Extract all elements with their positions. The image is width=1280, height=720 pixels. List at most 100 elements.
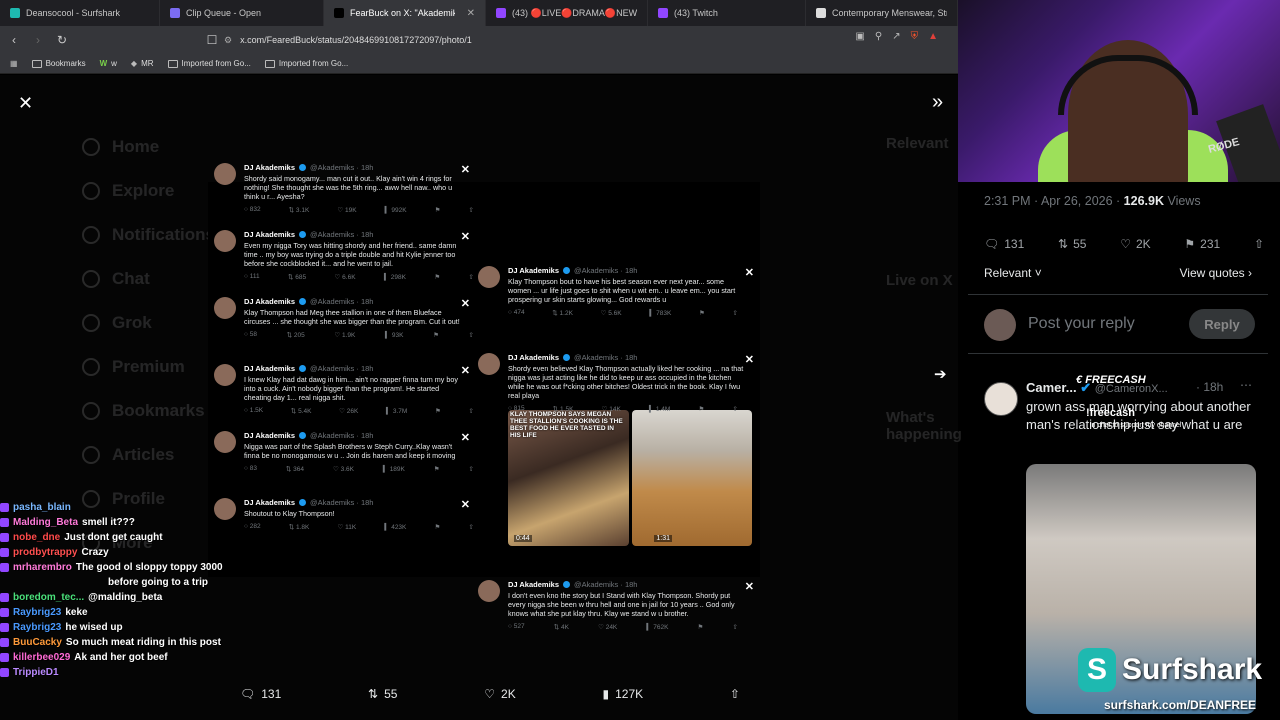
views-button[interactable]: ▮ 127K	[602, 687, 643, 701]
mr-icon: ◆	[130, 59, 138, 68]
chat-username[interactable]: Malding_Beta	[13, 517, 78, 528]
chat-username[interactable]: pasha_blain	[13, 502, 71, 513]
share-icon[interactable]: ↗	[892, 31, 900, 42]
chat-username[interactable]: nobe_dne	[13, 532, 60, 543]
brave-shield-icon[interactable]: ⛨	[911, 31, 919, 42]
bookmark-imported-1[interactable]: Imported from Go...	[167, 59, 251, 68]
close-viewer-icon[interactable]: ✕	[18, 93, 33, 114]
x-logo-icon: ✕	[744, 581, 754, 593]
tweet-stats: ○ 111 ⇅ 685 ♡ 6.6K ▍ 298K ⚑ ⇧	[244, 273, 474, 281]
browser-tab[interactable]: FearBuck on X: "Akademiks rea ✕	[324, 0, 486, 26]
share-post-button[interactable]: ⇧	[1254, 237, 1264, 251]
sort-dropdown[interactable]: Relevant ˅	[984, 266, 1042, 280]
bookmark-count-button[interactable]: ⚑ 231	[1184, 237, 1220, 251]
chat-username[interactable]: mrharembro	[13, 562, 72, 573]
site-info-icon[interactable]: ⚙	[224, 35, 232, 46]
avatar	[214, 297, 236, 319]
reply-button[interactable]: 🗨 131	[240, 687, 281, 701]
folder-icon	[167, 59, 178, 68]
share-button[interactable]: ⇧	[730, 687, 740, 701]
browser-tab[interactable]: (43) Twitch	[648, 0, 806, 26]
video-thumbnail-2[interactable]: 1:31	[631, 410, 752, 546]
browser-tab[interactable]: Clip Queue - Open	[160, 0, 324, 26]
chat-username[interactable]: Raybrig23	[13, 607, 61, 618]
apps-grid-icon[interactable]: ▦	[10, 59, 18, 68]
headphones-icon	[1058, 55, 1198, 115]
view-count: ▍ 3.7M	[386, 408, 408, 415]
like-count: ♡ 11K	[337, 524, 357, 531]
chat-username[interactable]: BuuCacky	[13, 637, 62, 648]
bookmark-bookmarks[interactable]: Bookmarks	[31, 59, 86, 68]
browser-tab[interactable]: Contemporary Menswear, Streetw	[806, 0, 958, 26]
nav-icon	[82, 270, 100, 288]
video-duration-2: 1:31	[654, 535, 672, 542]
reply-submit-button[interactable]: Reply	[1189, 309, 1255, 339]
tweet-author: DJ Akademiks	[508, 580, 559, 589]
bookmark-star-icon[interactable]: ☐	[202, 33, 222, 47]
bookmark-imported-2[interactable]: Imported from Go...	[264, 59, 348, 68]
tab-favicon-icon	[170, 8, 180, 18]
tweet-author: DJ Akademiks	[244, 364, 295, 373]
zoom-icon[interactable]: ⚲	[875, 31, 882, 42]
share-icon: ⇧	[729, 687, 740, 701]
tweet-handle: @Akademiks · 18h	[310, 297, 374, 306]
freecash-command: !freecash	[1086, 407, 1135, 419]
next-image-icon[interactable]: ➔	[934, 365, 947, 383]
repost-count-button[interactable]: ⇅ 55	[1058, 237, 1086, 251]
reply-count-button[interactable]: 🗨 131	[984, 237, 1024, 251]
cast-icon[interactable]: ▣	[855, 31, 864, 42]
bg-nav-label: Home	[112, 137, 160, 156]
chat-username[interactable]: boredom_tec...	[13, 592, 84, 603]
bg-relevant-heading: Relevant	[886, 135, 949, 152]
x-logo-icon: ✕	[744, 267, 754, 279]
reply-input[interactable]: Post your reply	[1028, 315, 1135, 333]
chat-username[interactable]: Raybrig23	[13, 622, 61, 633]
collage-tweet: DJ Akademiks @Akademiks · 18h ✕ Shordy said…	[214, 163, 474, 214]
bookmark-w[interactable]: Ww	[100, 59, 117, 68]
chat-username[interactable]: prodbytrappy	[13, 547, 77, 558]
tweet-body: Klay Thompson had Meg thee stallion in o…	[244, 308, 460, 326]
browser-tab[interactable]: Deansocool - Surfshark	[0, 0, 160, 26]
repost-count: ⇅ 5.4K	[290, 408, 312, 415]
like-count-button[interactable]: ♡ 2K	[1120, 237, 1150, 251]
forward-icon[interactable]: ›	[28, 33, 48, 47]
view-quotes-link[interactable]: View quotes ›	[1180, 266, 1253, 280]
repost-count: ⇅ 3.1K	[288, 207, 310, 214]
bookmark-icon: ⚑	[698, 406, 705, 413]
more-icon[interactable]: ⋯	[1240, 378, 1252, 392]
like-button[interactable]: ♡ 2K	[484, 687, 515, 701]
nav-icon	[82, 182, 100, 200]
folder-icon	[31, 59, 42, 68]
tweet-author: DJ Akademiks	[244, 163, 295, 172]
tab-favicon-icon	[496, 8, 506, 18]
verified-icon	[299, 164, 306, 171]
chat-text: smell it???	[82, 517, 135, 528]
post-actions: 🗨 131 ⇅ 55 ♡ 2K ⚑ 231 ⇧	[984, 237, 1264, 251]
browser-tab[interactable]: (43) 🔴LIVE🔴DRAMA🔴NEWS I	[486, 0, 648, 26]
nav-icon	[82, 358, 100, 376]
tweet-body: Even my nigga Tory was hitting shordy an…	[244, 241, 457, 268]
rewards-icon[interactable]: ▲	[928, 31, 938, 42]
bg-happening-heading: What's happening	[886, 409, 962, 443]
avatar	[984, 382, 1018, 416]
share-icon: ⇧	[468, 408, 474, 415]
share-icon: ⇧	[468, 207, 474, 214]
heart-icon: ♡	[484, 687, 496, 701]
repost-button[interactable]: ⇅ 55	[368, 687, 397, 701]
back-icon[interactable]: ‹	[4, 33, 24, 47]
chat-username[interactable]: killerbee029	[13, 652, 70, 663]
expand-panel-icon[interactable]: »	[932, 91, 943, 114]
tweet-stats: ○ 527 ⇅ 4K ♡ 24K ▍ 762K ⚑ ⇧	[508, 623, 738, 631]
avatar	[478, 580, 500, 602]
chat-username[interactable]: TrippieD1	[13, 667, 59, 678]
bookmark-mr[interactable]: ◆ MR	[131, 59, 154, 68]
post-timestamp: 2:31 PM · Apr 26, 2026 · 126.9K Views	[984, 194, 1201, 208]
bg-nav-label: Grok	[112, 313, 152, 332]
url-field[interactable]: ⚙ x.com/FearedBuck/status/20484699108172…	[224, 30, 944, 50]
tweet-handle: @Akademiks · 18h	[310, 163, 374, 172]
bg-live-heading: Live on X	[886, 272, 953, 289]
bg-nav-label: Chat	[112, 269, 150, 288]
tab-close-icon[interactable]: ✕	[467, 8, 475, 19]
video-thumbnail-1[interactable]: KLAY THOMPSON SAYS MEGAN THEE STALLION'S…	[508, 410, 629, 546]
reload-icon[interactable]: ↻	[52, 33, 72, 47]
